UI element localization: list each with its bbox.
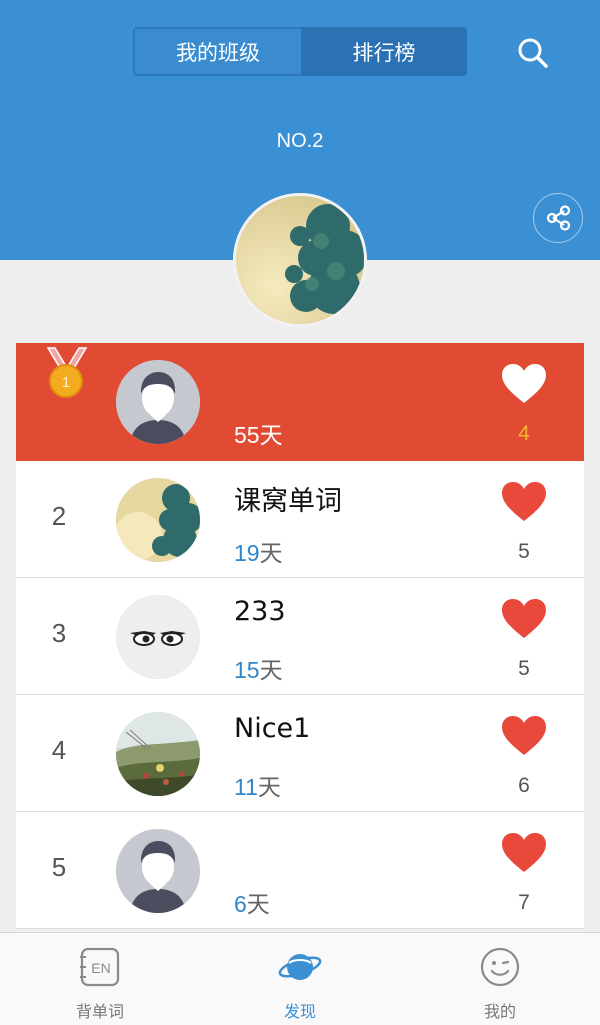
ranking-row-2[interactable]: 2 课窝单词 19天 5 — [16, 461, 584, 578]
row-days: 15天 — [234, 657, 283, 684]
like-count: 5 — [518, 657, 530, 680]
svg-text:1: 1 — [62, 374, 70, 391]
ranking-row-3[interactable]: 3 233 15天 5 — [16, 578, 584, 695]
my-rank-label: NO.2 — [276, 130, 324, 152]
like-count: 5 — [518, 540, 530, 563]
heart-icon[interactable] — [500, 363, 548, 405]
like-count: 6 — [518, 774, 530, 797]
tab-label: 背单词 — [75, 1002, 124, 1021]
tab-label: 我的 — [483, 1002, 516, 1021]
ranking-row-4[interactable]: 4 Nice1 11天 6 — [16, 695, 584, 812]
row-days: 55天 — [234, 422, 283, 449]
default-avatar — [116, 360, 200, 444]
ranking-list: 1 55天 4 2 课窝单词 19天 5 3 233 15天 5 4 Nice1… — [16, 343, 584, 929]
like-count: 4 — [518, 422, 530, 445]
rank-number: 5 — [51, 852, 67, 882]
row-username: Nice1 — [234, 713, 311, 744]
rank-number: 3 — [51, 618, 67, 648]
share-icon[interactable] — [533, 193, 583, 243]
row-username: 课窝单词 — [234, 486, 342, 517]
heart-icon[interactable] — [500, 832, 548, 874]
heart-icon[interactable] — [500, 481, 548, 523]
row-days: 11天 — [234, 774, 281, 801]
ranking-row-1[interactable]: 1 55天 4 — [16, 343, 584, 461]
tab-mine[interactable]: 我的 — [400, 933, 600, 1025]
heart-icon[interactable] — [500, 715, 548, 757]
smiley-icon — [480, 947, 520, 987]
row-days: 19天 — [234, 540, 283, 567]
tab-label: 发现 — [283, 1002, 316, 1021]
en-book-icon: EN — [80, 947, 120, 987]
like-count: 7 — [518, 891, 530, 914]
tab-leaderboard[interactable]: 排行榜 — [301, 27, 467, 76]
rank-number: 2 — [51, 501, 67, 531]
search-icon[interactable] — [515, 35, 551, 71]
gold-medal-icon: 1 — [46, 347, 88, 398]
tab-discover[interactable]: 发现 — [200, 933, 400, 1025]
svg-text:EN: EN — [91, 960, 110, 976]
tree-photo-avatar — [116, 478, 200, 562]
eyes-avatar — [116, 595, 200, 679]
tab-vocabulary[interactable]: EN 背单词 — [0, 933, 200, 1025]
row-username: 233 — [234, 596, 286, 627]
ranking-row-5[interactable]: 5 6天 7 — [16, 812, 584, 929]
heart-icon[interactable] — [500, 598, 548, 640]
my-avatar[interactable] — [233, 193, 367, 327]
default-avatar — [116, 829, 200, 913]
rank-number: 4 — [51, 735, 67, 765]
row-days: 6天 — [234, 891, 270, 918]
bottom-tab-bar: EN 背单词 发现 我的 — [0, 932, 600, 1025]
segmented-control: 我的班级 排行榜 — [133, 27, 467, 76]
planet-icon — [278, 954, 322, 980]
landscape-photo-avatar — [116, 712, 200, 796]
tab-my-class[interactable]: 我的班级 — [133, 27, 301, 76]
